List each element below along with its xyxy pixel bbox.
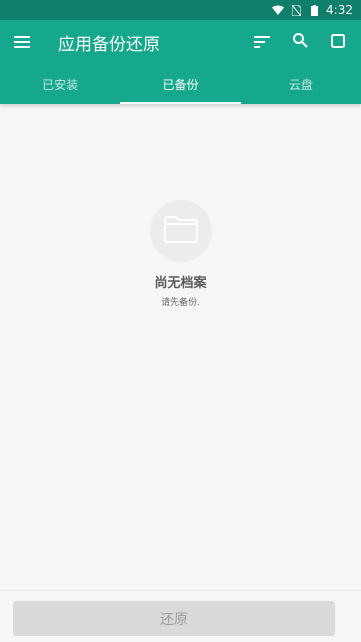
menu-button[interactable] [0,20,44,64]
page-title: 应用备份还原 [58,34,160,55]
tab-installed[interactable]: 已安装 [0,64,120,104]
status-time: 4:32 [326,3,353,17]
select-all-icon [331,33,345,52]
search-button[interactable] [281,20,319,64]
app-bar: 应用备份还原 [0,20,361,64]
bottom-bar: 还原 [0,590,361,642]
folder-icon [163,215,198,247]
search-icon [292,32,308,52]
sort-icon [254,33,270,52]
wifi-icon [272,4,285,16]
restore-button[interactable]: 还原 [13,601,335,636]
menu-icon [14,33,30,52]
sort-button[interactable] [243,20,281,64]
empty-icon-circle [149,200,212,262]
tab-cloud[interactable]: 云盘 [241,64,361,104]
empty-state: 尚无档案 请先备份. [0,200,361,308]
battery-icon [308,4,320,16]
tab-backed-up[interactable]: 已备份 [120,64,241,104]
tab-bar: 已安装 已备份 云盘 [0,64,361,104]
empty-title: 尚无档案 [154,276,207,291]
no-sim-icon [290,4,302,16]
empty-subtitle: 请先备份. [161,298,200,308]
status-bar: 4:32 [0,0,361,20]
select-all-button[interactable] [319,20,357,64]
